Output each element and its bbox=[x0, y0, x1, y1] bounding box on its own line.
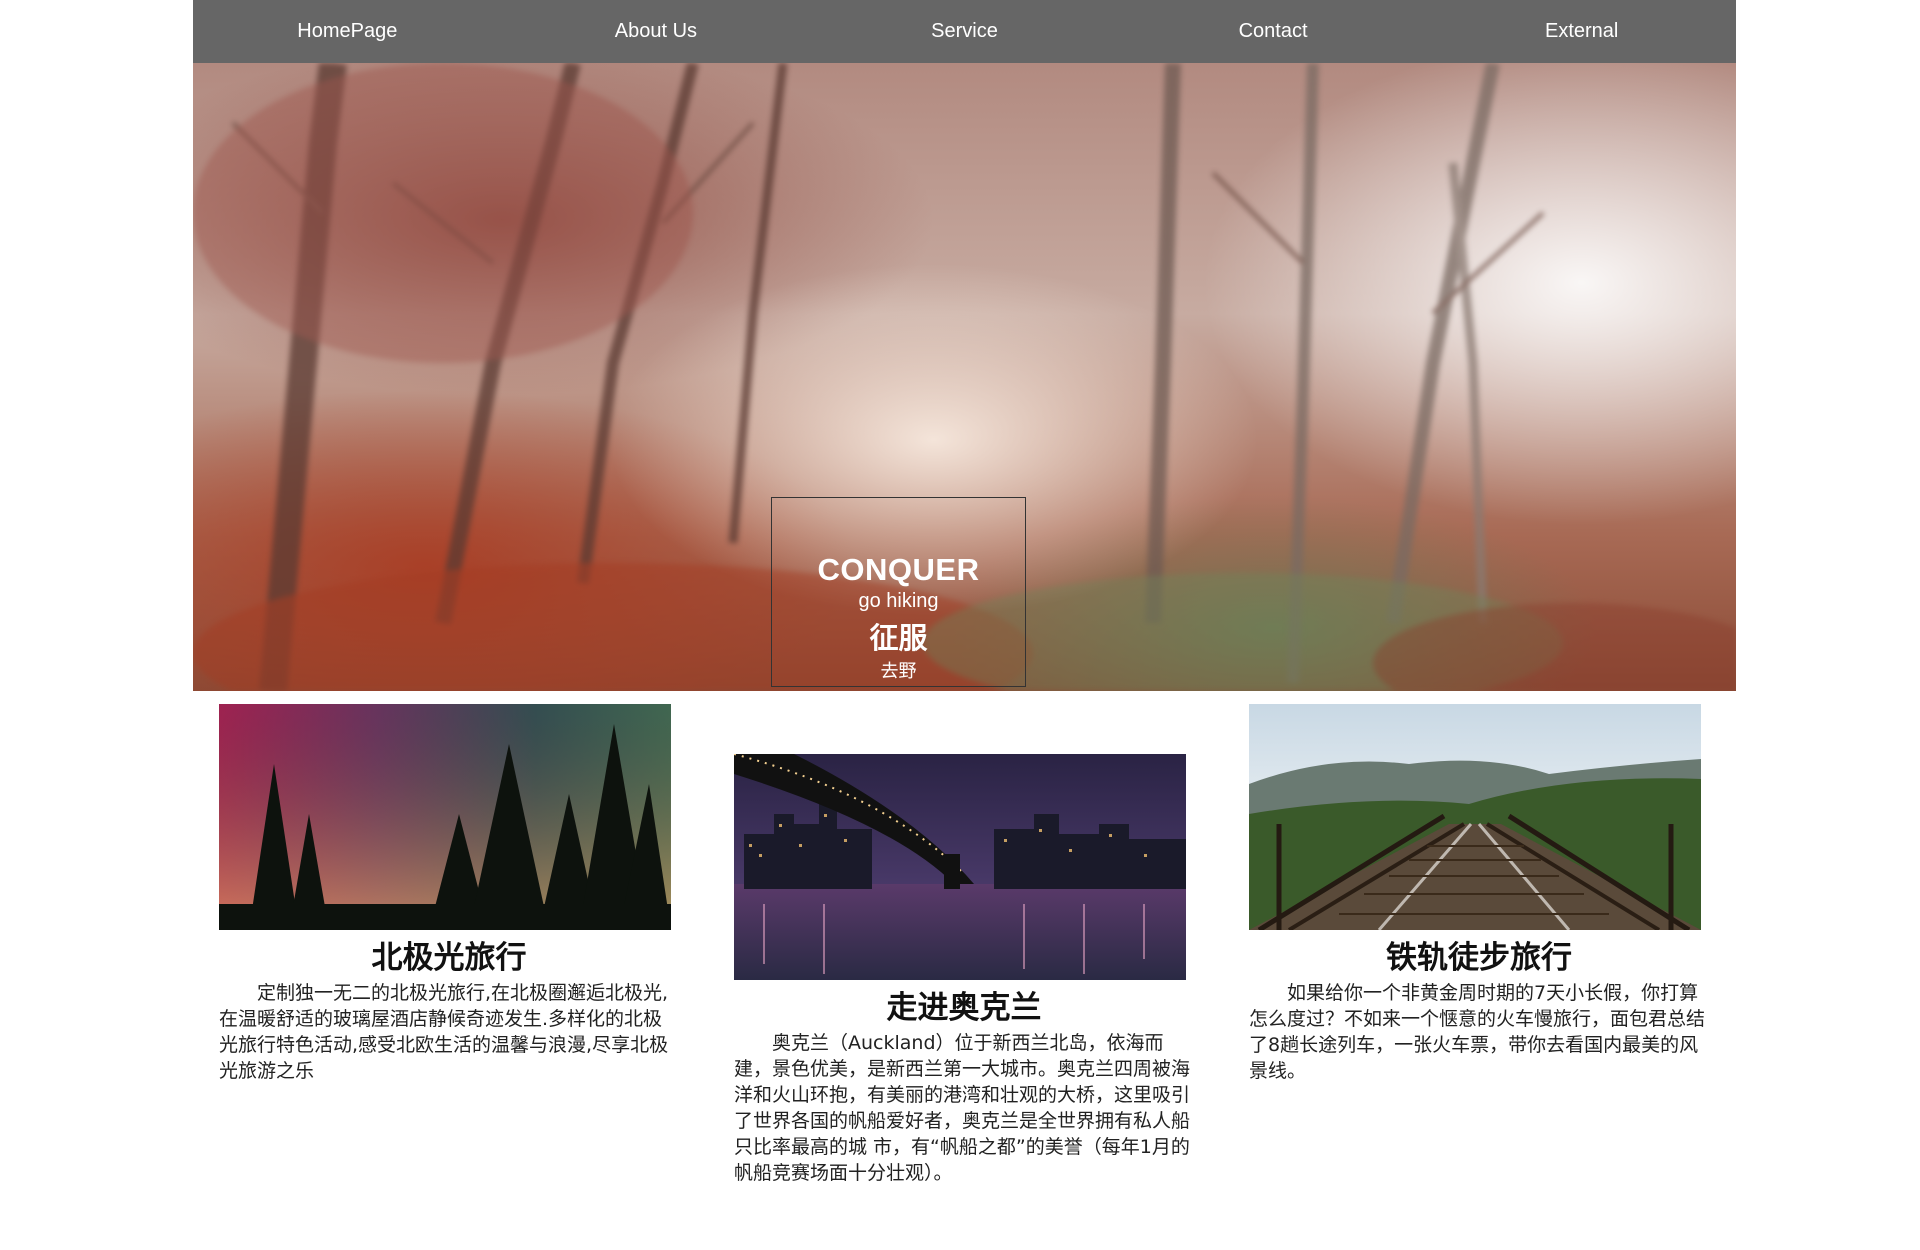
nav-homepage[interactable]: HomePage bbox=[193, 20, 502, 43]
bridge-photo bbox=[734, 754, 1186, 980]
card-title: 北极光旅行 bbox=[371, 940, 527, 976]
hero-title-cn: 征服 bbox=[869, 621, 928, 655]
nav-contact[interactable]: Contact bbox=[1119, 20, 1428, 43]
nav-service[interactable]: Service bbox=[810, 20, 1119, 43]
hero-caption-box: CONQUER go hiking 征服 去野 bbox=[771, 497, 1026, 687]
railway-image bbox=[1249, 704, 1701, 930]
card-text: 如果给你一个非黄金周时期的7天小长假，你打算怎么度过？不如来一个惬意的火车慢旅行… bbox=[1249, 982, 1706, 1082]
card-title: 铁轨徒步旅行 bbox=[1386, 940, 1572, 976]
card-title: 走进奥克兰 bbox=[886, 990, 1042, 1026]
hero-subtitle-cn: 去野 bbox=[880, 661, 917, 682]
hero-subtitle: go hiking bbox=[858, 590, 939, 612]
main-container: HomePage About Us Service Contact Extern… bbox=[193, 0, 1736, 1184]
nav-about-us[interactable]: About Us bbox=[502, 20, 811, 43]
card-text: 奥克兰（Auckland）位于新西兰北岛，依海而建，景色优美，是新西兰第一大城市… bbox=[734, 1032, 1191, 1184]
card-railway: 铁轨徒步旅行 如果给你一个非黄金周时期的7天小长假，你打算怎么度过？不如来一个惬… bbox=[1249, 704, 1709, 1084]
bridge-image bbox=[734, 754, 1186, 980]
railway-photo bbox=[1249, 704, 1701, 930]
card-text: 定制独一无二的北极光旅行,在北极圈邂逅北极光,在温暖舒适的玻璃屋酒店静候奇迹发生… bbox=[219, 982, 669, 1082]
hero-banner: CONQUER go hiking 征服 去野 bbox=[193, 63, 1736, 691]
hero-title: CONQUER bbox=[817, 552, 980, 587]
aurora-image bbox=[219, 704, 671, 930]
page: HomePage About Us Service Contact Extern… bbox=[0, 0, 1920, 1250]
card-auckland: 走进奥克兰 奥克兰（Auckland）位于新西兰北岛，依海而建，景色优美，是新西… bbox=[734, 754, 1194, 1186]
card-aurora: 北极光旅行 定制独一无二的北极光旅行,在北极圈邂逅北极光,在温暖舒适的玻璃屋酒店… bbox=[219, 704, 679, 1084]
top-nav: HomePage About Us Service Contact Extern… bbox=[193, 0, 1736, 63]
nav-external[interactable]: External bbox=[1427, 20, 1736, 43]
aurora-photo bbox=[219, 704, 671, 930]
